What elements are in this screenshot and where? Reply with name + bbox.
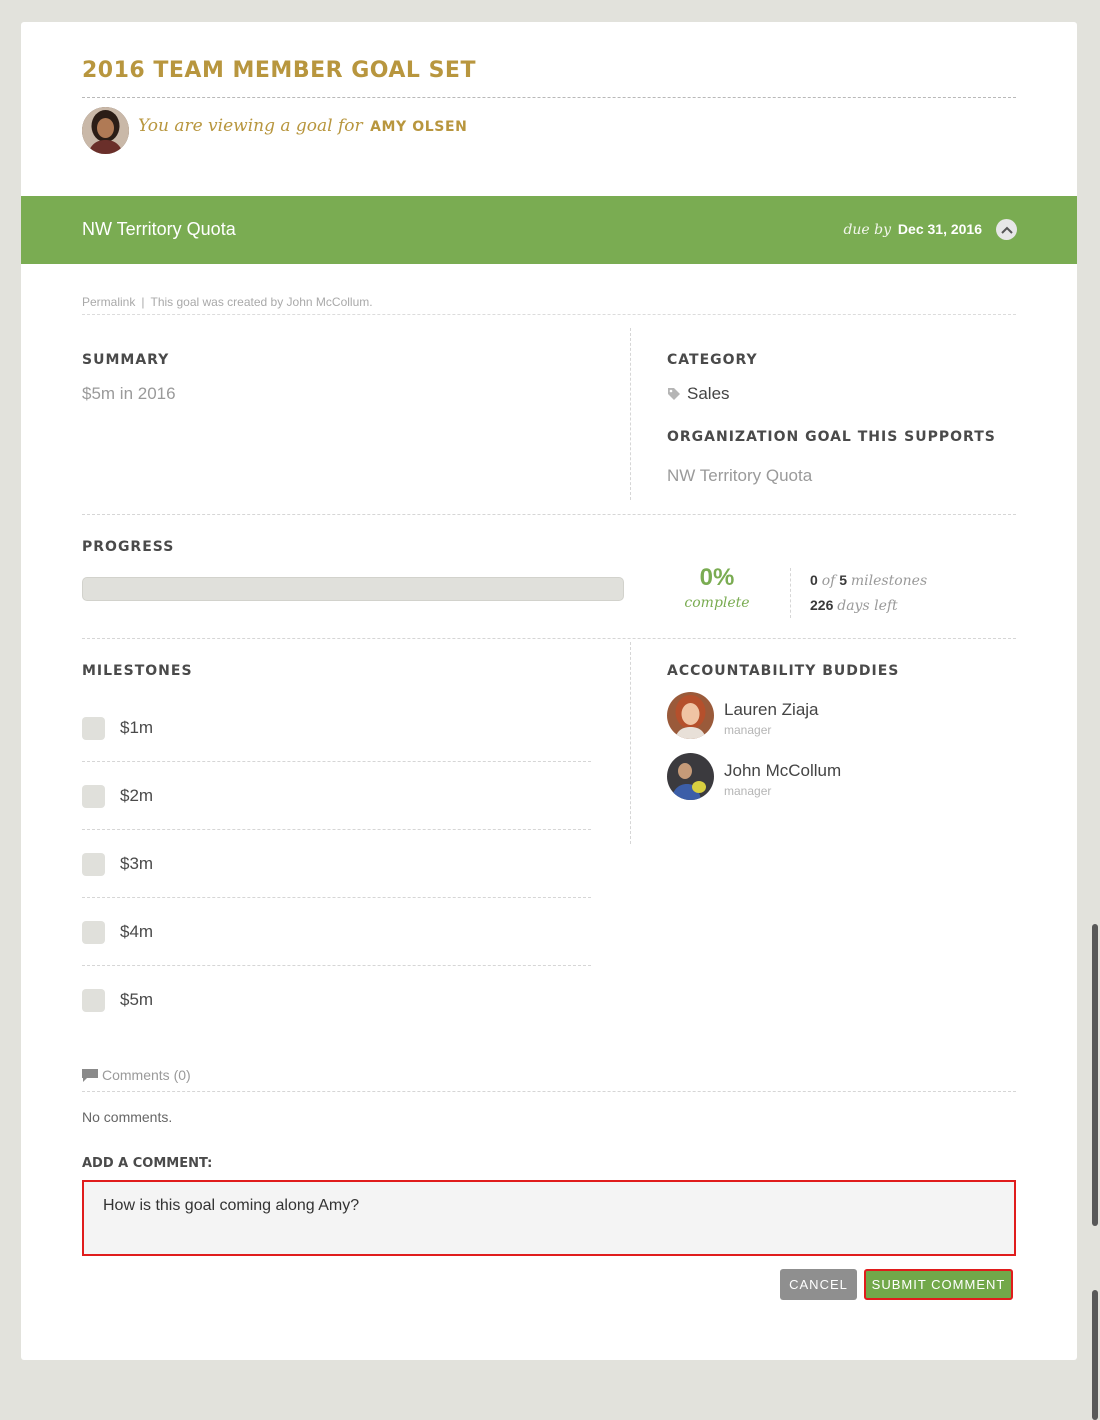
milestone-label: $3m: [120, 854, 154, 873]
summary-label: SUMMARY: [82, 352, 170, 368]
avatar[interactable]: [667, 692, 714, 739]
milestones-stat: 0 of 5 milestones: [810, 572, 927, 589]
add-comment-label: ADD A COMMENT:: [82, 1156, 213, 1171]
progress-label: PROGRESS: [82, 539, 175, 555]
milestone-checkbox[interactable]: [82, 785, 105, 808]
milestone-label: $2m: [120, 786, 154, 805]
chevron-up-icon: [1000, 226, 1013, 234]
divider: [82, 97, 1016, 98]
avatar-photo-icon: [667, 692, 714, 739]
buddy-role: manager: [724, 723, 772, 737]
divider: [82, 897, 591, 898]
milestone-checkbox[interactable]: [82, 853, 105, 876]
submit-comment-button[interactable]: SUBMIT COMMENT: [864, 1269, 1013, 1300]
milestone-item: $3m: [82, 853, 591, 921]
milestones-done: 0: [810, 572, 818, 588]
divider: [82, 514, 1016, 515]
milestone-label: $1m: [120, 718, 154, 737]
category-value-row: Sales: [667, 384, 730, 404]
milestone-checkbox[interactable]: [82, 717, 105, 740]
milestone-item: $2m: [82, 785, 591, 853]
buddies-label: ACCOUNTABILITY BUDDIES: [667, 663, 900, 679]
column-divider: [630, 328, 631, 500]
milestone-item: $4m: [82, 921, 591, 989]
created-by-text: This goal was created by John McCollum.: [150, 295, 373, 309]
column-divider: [630, 642, 631, 844]
days-left: 226: [810, 597, 834, 613]
goal-card: 2016 TEAM MEMBER GOAL SET You are viewin…: [21, 22, 1077, 1360]
progress-complete-label: complete: [684, 595, 750, 611]
progress-percent: 0%: [699, 564, 735, 591]
comment-bubble-icon: [82, 1068, 98, 1082]
progress-bar: [82, 577, 624, 601]
category-value: Sales: [687, 384, 730, 403]
org-goal-label: ORGANIZATION GOAL THIS SUPPORTS: [667, 429, 996, 445]
milestone-item: $5m: [82, 989, 591, 1057]
milestone-checkbox[interactable]: [82, 921, 105, 944]
owner-name: AMY OLSEN: [370, 119, 468, 135]
meta-separator: |: [141, 295, 145, 309]
divider: [82, 965, 591, 966]
viewing-owner-line: You are viewing a goal for AMY OLSEN: [138, 116, 467, 136]
milestone-checkbox[interactable]: [82, 989, 105, 1012]
goal-name: NW Territory Quota: [82, 219, 236, 239]
avatar-photo-icon: [667, 753, 714, 800]
milestones-label: milestones: [850, 573, 928, 589]
days-left-label: days left: [837, 598, 898, 614]
collapse-button[interactable]: [996, 219, 1017, 240]
comments-count: Comments (0): [102, 1067, 191, 1083]
buddy-name[interactable]: Lauren Ziaja: [724, 700, 819, 720]
no-comments-text: No comments.: [82, 1109, 173, 1125]
category-label: CATEGORY: [667, 352, 758, 368]
scrollbar-thumb[interactable]: [1092, 1290, 1098, 1420]
due-label: due by: [843, 222, 892, 238]
divider: [82, 638, 1016, 639]
avatar[interactable]: [667, 753, 714, 800]
divider: [82, 761, 591, 762]
milestone-label: $5m: [120, 990, 154, 1009]
days-left-stat: 226 days left: [810, 597, 898, 614]
milestones-of: of: [821, 573, 836, 589]
divider: [82, 1091, 1016, 1092]
tag-icon: [668, 388, 680, 400]
milestones-label: MILESTONES: [82, 663, 193, 679]
comment-input[interactable]: [82, 1180, 1016, 1256]
buddy-role: manager: [724, 784, 772, 798]
org-goal-value: NW Territory Quota: [667, 466, 813, 485]
avatar-photo-icon: [82, 107, 129, 154]
owner-avatar: [82, 107, 129, 154]
goal-header-bar: NW Territory Quota due by Dec 31, 2016: [21, 196, 1077, 264]
comments-header: Comments (0): [82, 1067, 191, 1083]
divider: [82, 314, 1016, 315]
cancel-button[interactable]: CANCEL: [780, 1269, 857, 1300]
buddy-name[interactable]: John McCollum: [724, 761, 841, 781]
milestone-item: $1m: [82, 717, 591, 785]
milestones-total: 5: [839, 572, 847, 588]
scrollbar-thumb[interactable]: [1092, 924, 1098, 1226]
page-title: 2016 TEAM MEMBER GOAL SET: [82, 58, 476, 83]
stat-divider: [790, 568, 791, 618]
viewing-text: You are viewing a goal for: [138, 116, 363, 136]
permalink-link[interactable]: Permalink: [82, 295, 135, 309]
milestone-label: $4m: [120, 922, 154, 941]
goal-meta: Permalink | This goal was created by John …: [82, 295, 373, 309]
due-date-line: due by Dec 31, 2016: [843, 221, 982, 238]
divider: [82, 829, 591, 830]
due-date: Dec 31, 2016: [897, 221, 982, 237]
summary-value: $5m in 2016: [82, 384, 176, 403]
